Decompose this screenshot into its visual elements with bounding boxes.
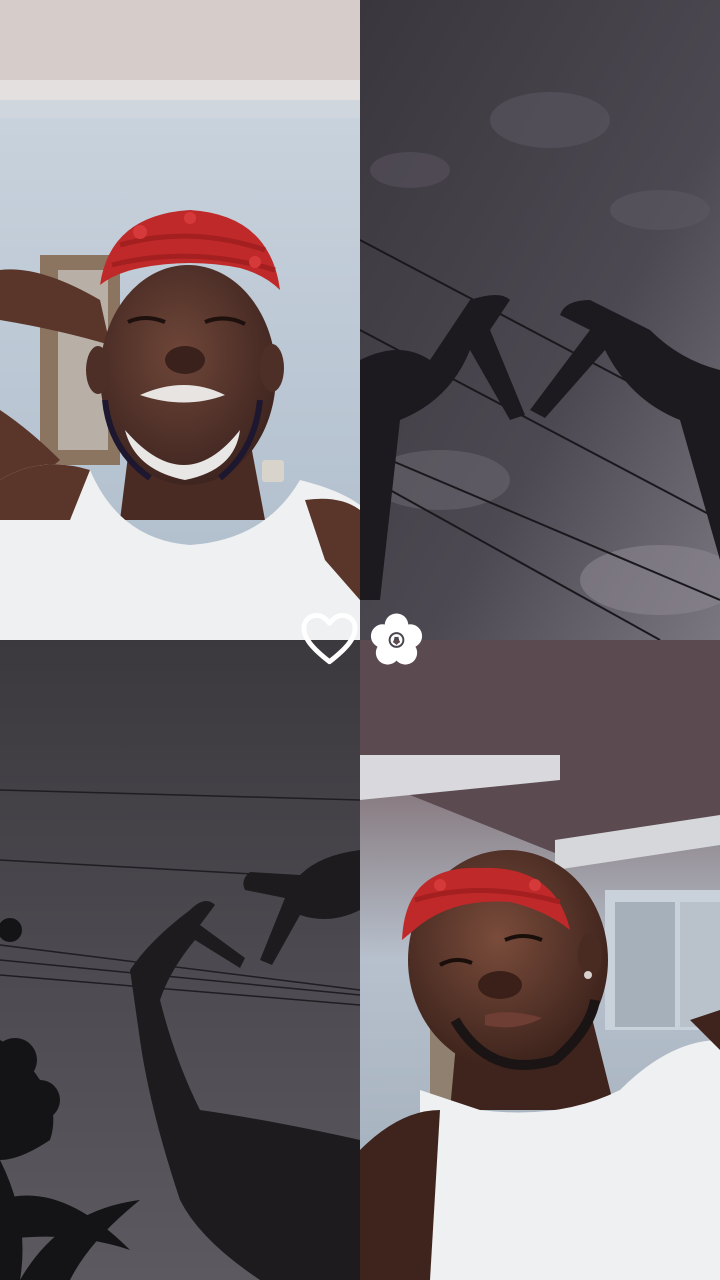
flower-icon	[370, 613, 423, 665]
photo-tile-bottom-right	[360, 640, 720, 1280]
heart-outline-icon	[301, 612, 358, 665]
portrait-photo-2	[360, 640, 720, 1280]
photo-tile-bottom-left	[0, 640, 360, 1280]
photo-tile-top-left	[0, 0, 360, 640]
hands-heart-photo-1	[360, 0, 720, 640]
photo-tile-top-right	[360, 0, 720, 640]
portrait-photo-1	[0, 0, 360, 640]
hands-heart-photo-2	[0, 640, 360, 1280]
sticker-group	[300, 608, 426, 672]
